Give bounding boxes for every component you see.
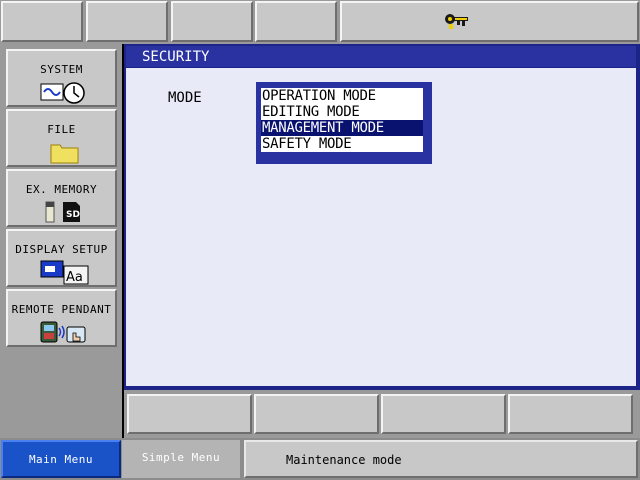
menu-remote-pendant-button[interactable]: REMOTE PENDANT — [6, 289, 117, 347]
simple-menu-button[interactable]: Simple Menu — [122, 440, 240, 478]
security-key-icon — [445, 14, 468, 29]
option-management-mode[interactable]: MANAGEMENT MODE — [261, 120, 423, 136]
menu-ex-memory-label: EX. MEMORY — [25, 183, 98, 196]
left-menu: SYSTEM FILE EX. MEMORY SD DISPLAY SETUP … — [0, 44, 122, 438]
function-key-1[interactable] — [127, 394, 252, 434]
menu-ex-memory-button[interactable]: EX. MEMORY SD — [6, 169, 117, 227]
main-window: SECURITY MODE OPERATION MODE EDITING MOD… — [124, 44, 640, 390]
function-key-2[interactable] — [254, 394, 379, 434]
sd-card-icon: SD — [45, 201, 80, 223]
top-tab-4[interactable] — [255, 1, 337, 42]
top-tab-2[interactable] — [86, 1, 168, 42]
top-bar — [0, 0, 640, 44]
top-tab-1[interactable] — [1, 1, 83, 42]
menu-system-button[interactable]: SYSTEM — [6, 49, 117, 107]
remote-pendant-icon — [40, 321, 86, 343]
function-key-bar — [124, 390, 640, 438]
status-message: Maintenance mode — [244, 440, 638, 478]
main-menu-button[interactable]: Main Menu — [1, 440, 121, 478]
content-area: MODE OPERATION MODE EDITING MODE MANAGEM… — [126, 68, 636, 386]
status-area — [340, 1, 639, 42]
mode-selection-list: OPERATION MODE EDITING MODE MANAGEMENT M… — [256, 82, 432, 164]
mode-list-body: OPERATION MODE EDITING MODE MANAGEMENT M… — [261, 88, 423, 152]
menu-file-label: FILE — [47, 123, 76, 136]
function-key-4[interactable] — [508, 394, 633, 434]
option-safety-mode[interactable]: SAFETY MODE — [261, 136, 423, 152]
display-font-icon: Aa — [40, 260, 89, 285]
system-clock-icon — [40, 82, 85, 104]
mode-label: MODE — [168, 90, 202, 106]
menu-remote-pendant-label: REMOTE PENDANT — [11, 303, 112, 316]
function-key-3[interactable] — [381, 394, 506, 434]
option-editing-mode[interactable]: EDITING MODE — [261, 104, 423, 120]
folder-icon — [50, 144, 79, 164]
menu-file-button[interactable]: FILE — [6, 109, 117, 167]
bottom-bar: Main Menu Simple Menu Maintenance mode — [0, 438, 640, 480]
window-title: SECURITY — [126, 46, 636, 67]
option-operation-mode[interactable]: OPERATION MODE — [261, 88, 423, 104]
menu-system-label: SYSTEM — [40, 63, 83, 76]
svg-text:SD: SD — [66, 210, 80, 220]
top-tab-3[interactable] — [171, 1, 253, 42]
menu-display-setup-button[interactable]: DISPLAY SETUP Aa — [6, 229, 117, 287]
menu-display-setup-label: DISPLAY SETUP — [15, 243, 108, 256]
svg-text:Aa: Aa — [66, 270, 83, 285]
